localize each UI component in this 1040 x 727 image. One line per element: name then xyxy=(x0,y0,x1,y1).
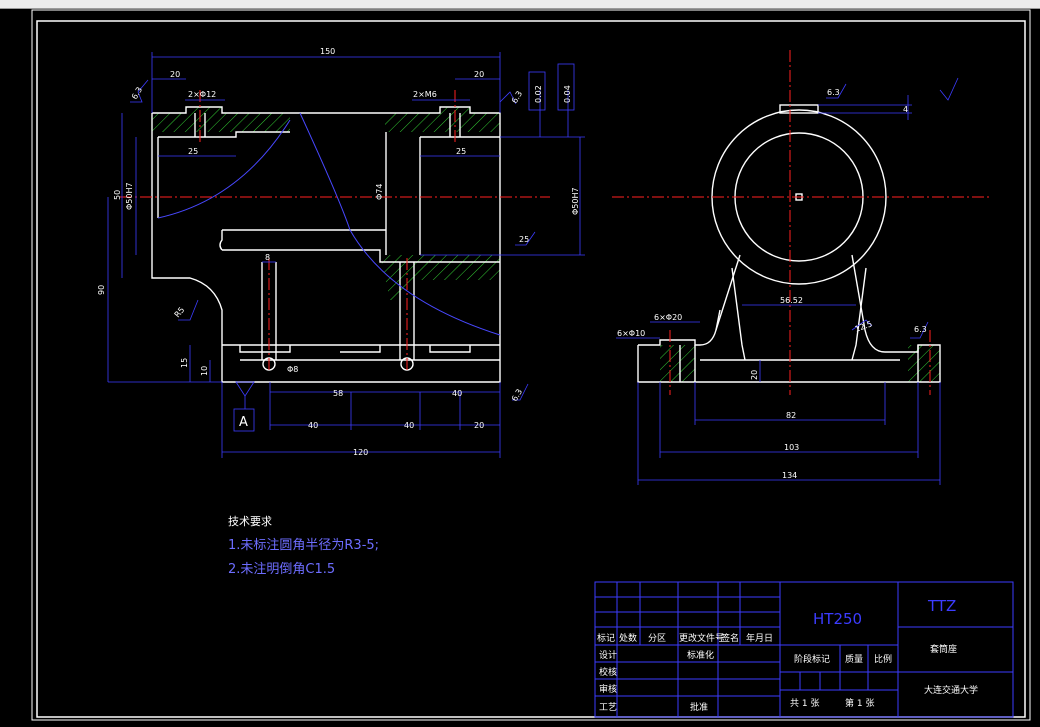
intersection-curve-left xyxy=(157,119,291,219)
side-holes: 6×Φ10 xyxy=(617,329,645,338)
side-right-rough: 6.3 xyxy=(914,325,927,334)
tb-process: 工艺 xyxy=(599,702,617,713)
side-base-h: 20 xyxy=(750,370,759,380)
tb-review: 审核 xyxy=(599,683,617,695)
tb-row-label-5: 年月日 xyxy=(746,632,773,644)
front-view: 150 20 20 2×Φ12 2×M6 25 25 Φ50H7 Φ74 Φ50… xyxy=(97,47,585,458)
hatch-side-left xyxy=(660,345,695,382)
dim-slot-width: 8 xyxy=(265,253,270,262)
dim-overall-top: 150 xyxy=(320,47,335,56)
tech-note-1: 1.未标注圆角半径为R3-5; xyxy=(228,538,380,553)
dim-fillet: R5 xyxy=(173,305,187,319)
technical-requirements: 技术要求 1.未标注圆角半径为R3-5; 2.未注明倒角C1.5 xyxy=(228,513,379,577)
dim-top-right: 20 xyxy=(474,70,484,79)
side-slot: 6×Φ20 xyxy=(654,313,682,322)
side-view: 6.3 4 6×Φ20 6×Φ10 56.52 20 82 103 134 6.… xyxy=(612,50,990,485)
gtol-a: 0.02 xyxy=(534,85,543,103)
dim-bore-left: Φ50H7 xyxy=(125,182,134,210)
gtol-b: 0.04 xyxy=(563,85,572,103)
hatch-top-right xyxy=(385,107,500,132)
dim-hole-left: 2×Φ12 xyxy=(188,90,216,99)
tb-approve: 批准 xyxy=(690,701,708,713)
tb-std: 标准化 xyxy=(687,649,714,661)
dim-hole-right: 2×M6 xyxy=(413,90,437,99)
school-name: 大连交通大学 xyxy=(924,684,978,696)
rough-c: 25 xyxy=(519,235,529,244)
tb-check: 校核 xyxy=(599,666,617,678)
hatch-top-left xyxy=(152,107,290,132)
dim-bottom-58: 58 xyxy=(333,389,343,398)
tb-row-label-0: 标记 xyxy=(597,632,615,644)
side-rough-top: 6.3 xyxy=(827,88,840,97)
tech-note-2: 2.未注明倒角C1.5 xyxy=(228,562,336,577)
part-name: 套筒座 xyxy=(930,643,957,655)
dim-inner-right: 25 xyxy=(456,147,466,156)
dim-base-left-b: 10 xyxy=(200,366,209,376)
hatch-side-right xyxy=(908,345,940,382)
side-inner: 82 xyxy=(786,411,796,420)
dim-height-inner: 50 xyxy=(113,190,122,200)
dim-top-left: 20 xyxy=(170,70,180,79)
side-overall: 134 xyxy=(782,471,797,480)
dim-bottom-20: 20 xyxy=(474,421,484,430)
tb-scale: 比例 xyxy=(874,653,892,665)
tb-stage: 阶段标记 xyxy=(794,653,830,665)
side-web: 56.52 xyxy=(780,296,803,305)
dim-base-left-a: 15 xyxy=(180,358,189,368)
tb-row-label-1: 处数 xyxy=(619,632,637,644)
dim-overall-bottom: 120 xyxy=(353,448,368,457)
tb-row-label-4: 签名 xyxy=(721,632,739,644)
material-label: HT250 xyxy=(813,610,862,628)
dim-inner-left: 25 xyxy=(188,147,198,156)
dim-bore-center: Φ74 xyxy=(375,184,384,200)
tb-designer: 设计 xyxy=(599,649,617,661)
dim-bottom-40: 40 xyxy=(308,421,318,430)
side-mid: 103 xyxy=(784,443,799,452)
tech-notes-heading: 技术要求 xyxy=(228,515,272,528)
tb-sheet-total: 共 1 张 xyxy=(790,698,819,709)
side-corner-rough: 12.5 xyxy=(854,319,874,334)
cad-drawing-canvas[interactable]: 150 20 20 2×Φ12 2×M6 25 25 Φ50H7 Φ74 Φ50… xyxy=(0,8,1040,727)
drawing-code: TTZ xyxy=(927,597,956,615)
dim-height-left: 90 xyxy=(97,285,106,295)
dim-hole-small: Φ8 xyxy=(287,365,298,374)
side-top-small: 4 xyxy=(903,105,908,114)
tb-row-label-3: 更改文件号 xyxy=(679,632,724,644)
dim-bore-right: Φ50H7 xyxy=(571,187,580,215)
tb-weight: 质量 xyxy=(845,653,863,665)
datum-label: A xyxy=(239,415,248,430)
tb-row-label-2: 分区 xyxy=(648,633,666,644)
rough-b: 6.3 xyxy=(510,89,524,105)
tb-sheet-no: 第 1 张 xyxy=(845,697,874,709)
dim-bottom-40b: 40 xyxy=(404,421,414,430)
dim-bottom-40c: 40 xyxy=(452,389,462,398)
rough-d: 6.3 xyxy=(510,387,524,403)
